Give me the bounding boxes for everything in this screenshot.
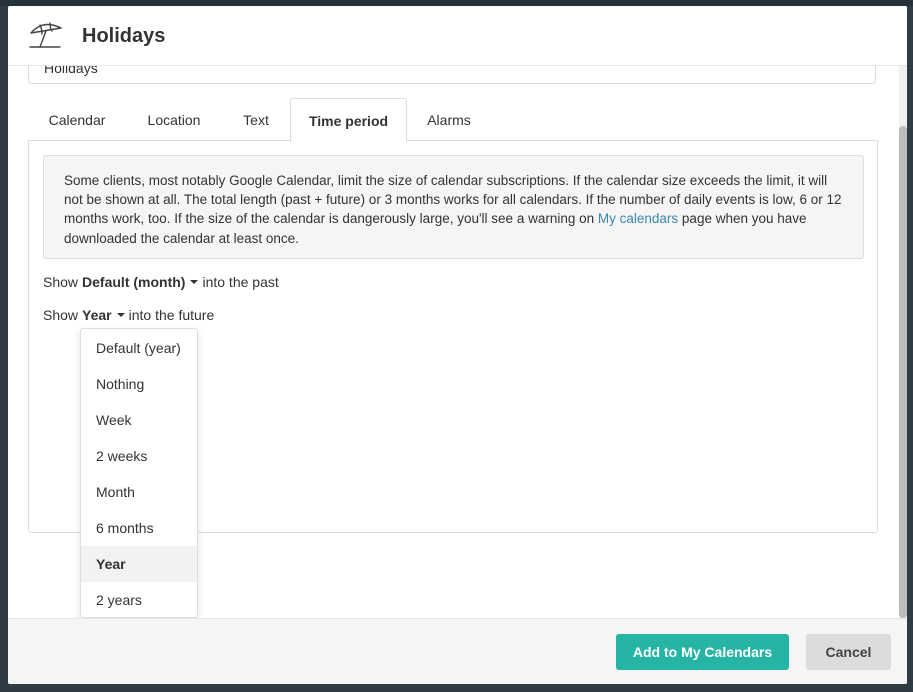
caret-down-icon bbox=[116, 313, 125, 317]
past-prefix: Show bbox=[43, 274, 79, 290]
dialog-title: Holidays bbox=[82, 25, 166, 47]
tab-text[interactable]: Text bbox=[222, 98, 290, 141]
dialog-footer: Add to My Calendars Cancel bbox=[8, 618, 907, 684]
tab-location[interactable]: Location bbox=[126, 98, 222, 141]
dialog-header: Holidays bbox=[8, 6, 907, 66]
dropdown-option[interactable]: 2 years bbox=[81, 582, 197, 618]
dropdown-option[interactable]: Week bbox=[81, 402, 197, 438]
dropdown-option[interactable]: Default (year) bbox=[81, 330, 197, 366]
future-prefix: Show bbox=[43, 307, 79, 323]
calendar-name-input[interactable]: Holidays bbox=[28, 66, 876, 84]
future-period-row: Show Year into the future bbox=[43, 307, 214, 323]
caret-down-icon bbox=[190, 280, 199, 284]
dropdown-option[interactable]: 6 months bbox=[81, 510, 197, 546]
my-calendars-link[interactable]: My calendars bbox=[598, 211, 678, 226]
past-suffix: into the past bbox=[202, 274, 279, 290]
tab-time-period[interactable]: Time period bbox=[290, 98, 407, 142]
future-period-select[interactable]: Year bbox=[82, 307, 125, 323]
calendar-size-info: Some clients, most notably Google Calend… bbox=[43, 155, 864, 259]
add-to-my-calendars-button[interactable]: Add to My Calendars bbox=[616, 634, 789, 670]
past-period-row: Show Default (month) into the past bbox=[43, 274, 279, 290]
future-period-dropdown: Default (year) Nothing Week 2 weeks Mont… bbox=[80, 328, 198, 618]
scrollbar[interactable] bbox=[899, 66, 907, 618]
dropdown-option[interactable]: 2 weeks bbox=[81, 438, 197, 474]
scrollbar-thumb[interactable] bbox=[899, 126, 907, 618]
tab-bar: Calendar Location Text Time period Alarm… bbox=[28, 98, 878, 142]
beach-umbrella-icon bbox=[28, 20, 64, 50]
dropdown-option-selected[interactable]: Year bbox=[81, 546, 197, 582]
future-period-value: Year bbox=[82, 307, 112, 323]
dropdown-option[interactable]: Nothing bbox=[81, 366, 197, 402]
holidays-dialog: Holidays Holidays Calendar Location Text… bbox=[8, 6, 907, 684]
dialog-body: Holidays Calendar Location Text Time per… bbox=[8, 66, 899, 618]
past-period-value: Default (month) bbox=[82, 274, 186, 290]
tab-calendar[interactable]: Calendar bbox=[28, 98, 126, 141]
past-period-select[interactable]: Default (month) bbox=[82, 274, 199, 290]
future-suffix: into the future bbox=[128, 307, 215, 323]
tab-alarms[interactable]: Alarms bbox=[407, 98, 491, 141]
dropdown-option[interactable]: Month bbox=[81, 474, 197, 510]
cancel-button[interactable]: Cancel bbox=[806, 634, 891, 670]
